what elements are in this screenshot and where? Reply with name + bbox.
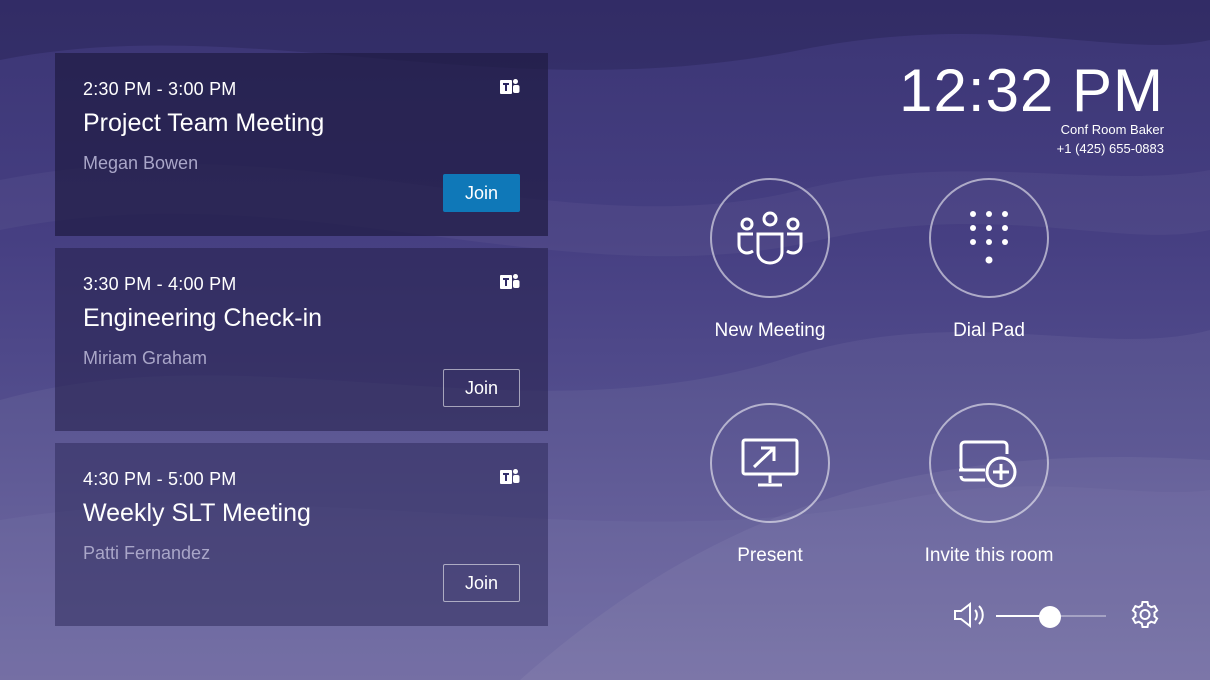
meeting-card[interactable]: 4:30 PM - 5:00 PM Weekly SLT Meeting Pat… xyxy=(55,443,548,626)
screen-share-icon xyxy=(741,438,799,487)
invite-room-button[interactable] xyxy=(929,403,1049,523)
join-button[interactable]: Join xyxy=(443,369,520,407)
meeting-title: Engineering Check-in xyxy=(83,304,323,332)
room-name: Conf Room Baker xyxy=(1060,122,1164,137)
meeting-organizer: Megan Bowen xyxy=(83,153,199,173)
invite-room-action: Invite this room xyxy=(899,403,1079,583)
meeting-card[interactable]: 3:30 PM - 4:00 PM Engineering Check-in M… xyxy=(55,248,548,431)
invite-room-label: Invite this room xyxy=(924,545,1054,566)
dial-pad-icon xyxy=(970,211,1008,264)
meeting-title: Weekly SLT Meeting xyxy=(83,499,311,527)
people-group-icon xyxy=(737,211,803,265)
join-button[interactable]: Join xyxy=(443,174,520,212)
gear-icon[interactable] xyxy=(1129,599,1161,631)
present-action: Present xyxy=(680,403,860,583)
teams-icon xyxy=(500,274,520,289)
meeting-time: 3:30 PM - 4:00 PM xyxy=(83,274,237,294)
meeting-card[interactable]: 2:30 PM - 3:00 PM Project Team Meeting M… xyxy=(55,53,548,236)
dial-pad-label: Dial Pad xyxy=(953,320,1025,341)
add-device-icon xyxy=(959,440,1017,488)
dial-pad-action: Dial Pad xyxy=(899,178,1079,358)
new-meeting-label: New Meeting xyxy=(714,320,826,341)
volume-thumb[interactable] xyxy=(1039,606,1061,628)
speaker-icon[interactable] xyxy=(952,600,986,630)
teams-icon xyxy=(500,79,520,94)
meeting-time: 2:30 PM - 3:00 PM xyxy=(83,79,237,99)
meeting-time: 4:30 PM - 5:00 PM xyxy=(83,469,237,489)
present-button[interactable] xyxy=(710,403,830,523)
room-phone: +1 (425) 655-0883 xyxy=(1056,141,1164,156)
meeting-organizer: Patti Fernandez xyxy=(83,543,211,563)
present-label: Present xyxy=(737,545,803,566)
meeting-organizer: Miriam Graham xyxy=(83,348,208,368)
clock: 12:32 PM xyxy=(899,57,1164,124)
dial-pad-button[interactable] xyxy=(929,178,1049,298)
teams-icon xyxy=(500,469,520,484)
join-button[interactable]: Join xyxy=(443,564,520,602)
new-meeting-action: New Meeting xyxy=(680,178,860,358)
new-meeting-button[interactable] xyxy=(710,178,830,298)
volume-slider[interactable] xyxy=(996,606,1106,628)
meeting-title: Project Team Meeting xyxy=(83,109,325,137)
